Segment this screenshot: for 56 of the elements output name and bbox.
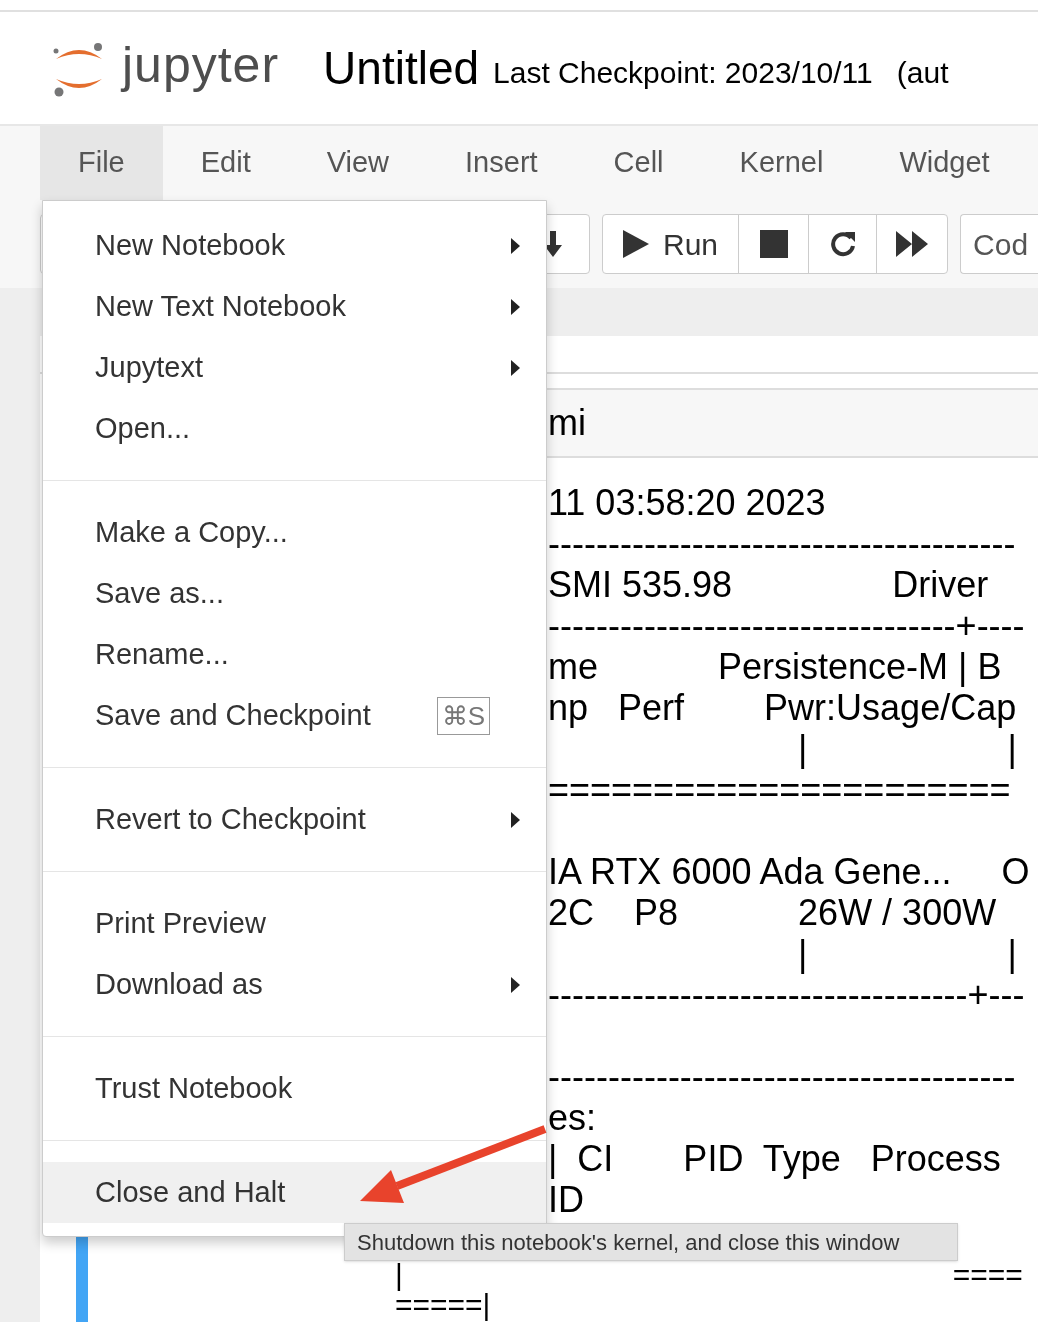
output-line: np Perf Pwr:Usage/Cap <box>548 687 1017 728</box>
output-line: SMI 535.98 Driver <box>548 564 989 605</box>
submenu-caret-icon <box>510 359 520 376</box>
notebook-title[interactable]: Untitled <box>323 33 480 103</box>
menu-item[interactable]: Open... <box>43 398 546 459</box>
menu-item[interactable]: Print Preview <box>43 893 546 954</box>
menu-tab[interactable]: Insert <box>427 126 576 200</box>
menu-item[interactable]: Save as... <box>43 563 546 624</box>
output-line: ID <box>548 1179 584 1220</box>
output-line: 11 03:58:20 2023 <box>548 482 826 523</box>
submenu-caret-icon <box>510 298 520 315</box>
menu-tab[interactable]: File <box>40 126 163 200</box>
menu-item[interactable]: Close and Halt <box>43 1162 546 1223</box>
logo-text: jupyter <box>122 35 280 95</box>
output-line: =====| <box>395 1290 491 1320</box>
output-line: | CI PID Type Process <box>548 1138 1001 1179</box>
menu-tab[interactable]: Widget <box>861 126 1028 200</box>
menu-item[interactable]: Jupytext <box>43 337 546 398</box>
output-line: --------------------------------------- <box>548 1056 1016 1097</box>
output-line: ==== <box>952 1260 1023 1290</box>
output-line: | | <box>797 728 1017 769</box>
restart-icon <box>828 230 857 258</box>
output-line: me Persistence-M | B <box>548 646 1002 687</box>
output-line: --------------------------------------- <box>548 523 1016 564</box>
menu-item[interactable]: Trust Notebook <box>43 1058 546 1119</box>
output-line: -----------------------------------+--- <box>548 974 1025 1015</box>
play-icon <box>623 230 649 258</box>
menu-tab[interactable]: Kernel <box>701 126 862 200</box>
output-line: ====================== <box>548 769 1011 810</box>
stop-icon <box>759 230 788 258</box>
menu-item[interactable]: New Notebook <box>43 215 546 276</box>
menu-item[interactable]: Make a Copy... <box>43 502 546 563</box>
checkpoint-text: Last Checkpoint: 2023/10/11 <box>493 54 873 91</box>
autosave-text: (aut <box>896 54 949 91</box>
menu-item[interactable]: Rename... <box>43 624 546 685</box>
menu-tab[interactable]: Cell <box>575 126 702 200</box>
tooltip: Shutdown this notebook's kernel, and close this window <box>344 1223 958 1261</box>
output-line: IA RTX 6000 Ada Gene... O <box>548 851 1030 892</box>
submenu-caret-icon <box>510 976 520 993</box>
menu-item[interactable]: Save and Checkpoint ⌘S <box>43 685 546 746</box>
menu-item[interactable]: New Text Notebook <box>43 276 546 337</box>
submenu-caret-icon <box>510 811 520 828</box>
cell-input-text[interactable]: mi <box>548 396 586 450</box>
menu-item[interactable]: Download as <box>43 954 546 1015</box>
output-line: ----------------------------------+---- <box>548 605 1025 646</box>
menu-tab[interactable]: Edit <box>162 126 289 200</box>
fast-forward-icon <box>896 231 929 257</box>
output-line: | <box>395 1260 403 1290</box>
output-line: es: <box>548 1097 597 1138</box>
output-line: 2C P8 26W / 300W <box>548 892 997 933</box>
menu-item[interactable]: Revert to Checkpoint <box>43 789 546 850</box>
submenu-caret-icon <box>510 237 520 254</box>
menu-tab[interactable]: View <box>288 126 428 200</box>
output-line: | | <box>797 933 1017 974</box>
shortcut-badge: ⌘S <box>436 696 490 735</box>
cell-type-select[interactable]: Cod <box>960 214 1038 274</box>
